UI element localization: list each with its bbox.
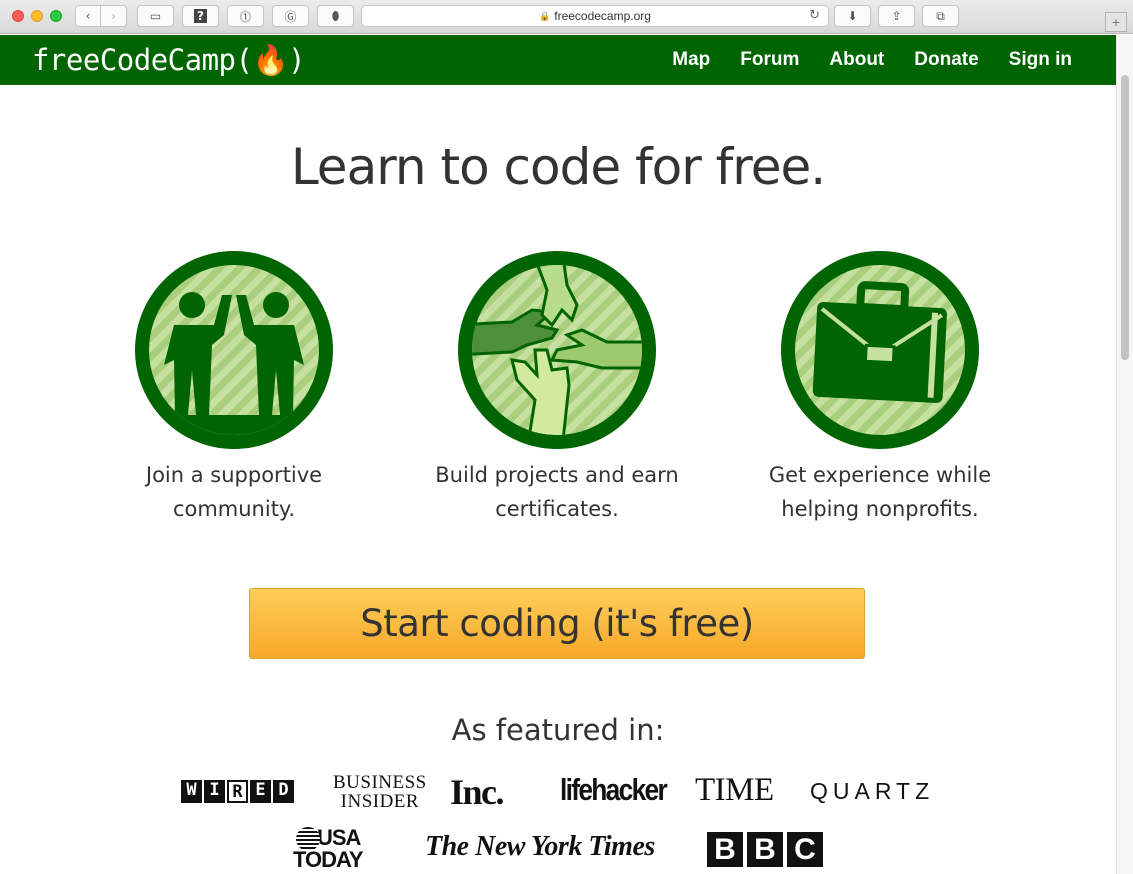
password-extension-button[interactable]: ⓵ (227, 5, 264, 27)
share-icon: ⇪ (891, 9, 902, 23)
nav-map-link[interactable]: Map (672, 49, 710, 71)
share-button[interactable]: ⇪ (878, 5, 915, 27)
nav-links: Map Forum About Donate Sign in (642, 35, 1072, 85)
tabs-icon: ⧉ (936, 8, 945, 23)
globe-icon (296, 827, 320, 851)
page-headline: Learn to code for free. (290, 138, 826, 196)
feature-caption-line2: certificates. (495, 497, 619, 521)
feature-community: Join a supportive community. (104, 250, 364, 526)
feature-nonprofits: Get experience while helping nonprofits. (750, 250, 1010, 526)
nav-signin-link[interactable]: Sign in (1009, 49, 1072, 71)
bbc-logo: B B C (707, 832, 823, 867)
feature-caption-line1: Join a supportive (145, 463, 323, 487)
downloads-button[interactable]: ⬇ (834, 5, 871, 27)
nav-donate-link[interactable]: Donate (914, 49, 978, 71)
nav-forum-link[interactable]: Forum (740, 49, 799, 71)
feature-caption-line2: community. (172, 497, 296, 521)
question-icon: ? (194, 9, 207, 23)
brand-logo[interactable]: freeCodeCamp(🔥) (32, 43, 306, 77)
download-icon: ⬇ (847, 9, 858, 23)
business-insider-logo: BUSINESS INSIDER (333, 772, 427, 812)
forward-button[interactable]: › (101, 5, 127, 27)
high-five-icon (135, 251, 333, 449)
close-window-button[interactable] (12, 10, 24, 22)
usa-today-logo: USA TODAY (293, 825, 364, 872)
time-logo: TIME (695, 772, 774, 808)
scrollbar-thumb[interactable] (1121, 75, 1129, 360)
briefcase-icon (781, 251, 979, 449)
featured-in-title: As featured in: (451, 713, 665, 747)
ghost-icon: ⬮ (331, 8, 340, 23)
hands-together-icon (458, 251, 656, 449)
grammar-extension-button[interactable]: Ⓖ (272, 5, 309, 27)
minimize-window-button[interactable] (31, 10, 43, 22)
feature-caption-line2: helping nonprofits. (781, 497, 979, 521)
sidebar-icon: ▭ (149, 9, 162, 23)
lock-icon: 🔒 (539, 10, 551, 21)
back-button[interactable]: ‹ (75, 5, 101, 27)
start-coding-button[interactable]: Start coding (it's free) (249, 588, 865, 659)
nyt-logo: The New York Times (425, 831, 655, 862)
plus-icon: + (1111, 14, 1121, 30)
zoom-window-button[interactable] (50, 10, 62, 22)
lifehacker-logo: lifehacker (560, 772, 668, 807)
inc-logo: Inc. (450, 772, 505, 812)
g-icon: Ⓖ (284, 9, 297, 24)
url-text: freecodecamp.org (554, 9, 651, 23)
new-tab-button[interactable]: + (1105, 12, 1127, 32)
chevron-right-icon: › (111, 9, 116, 23)
help-extension-button[interactable]: ? (182, 5, 219, 27)
quartz-logo: QUARTZ (810, 778, 935, 804)
wired-logo: W I R E D (181, 780, 294, 803)
reload-icon[interactable]: ↻ (809, 8, 820, 23)
site-navbar: freeCodeCamp(🔥) Map Forum About Donate S… (0, 35, 1116, 85)
chevron-left-icon: ‹ (85, 9, 91, 23)
ghostery-extension-button[interactable]: ⬮ (317, 5, 354, 27)
sidebar-button[interactable]: ▭ (137, 5, 174, 27)
feature-caption-line1: Build projects and earn (435, 463, 679, 487)
browser-toolbar: ‹ › ▭ ? ⓵ Ⓖ ⬮ 🔒 freecodecamp.org ↻ ⬇ ⇪ ⧉… (0, 0, 1133, 34)
password-icon: ⓵ (239, 9, 252, 24)
nav-about-link[interactable]: About (829, 49, 884, 71)
feature-projects: Build projects and earn certificates. (427, 250, 687, 526)
address-bar[interactable]: 🔒 freecodecamp.org ↻ (361, 5, 829, 27)
tabs-overview-button[interactable]: ⧉ (922, 5, 959, 27)
feature-caption-line1: Get experience while (768, 463, 992, 487)
page-scrollbar[interactable] (1116, 35, 1133, 874)
